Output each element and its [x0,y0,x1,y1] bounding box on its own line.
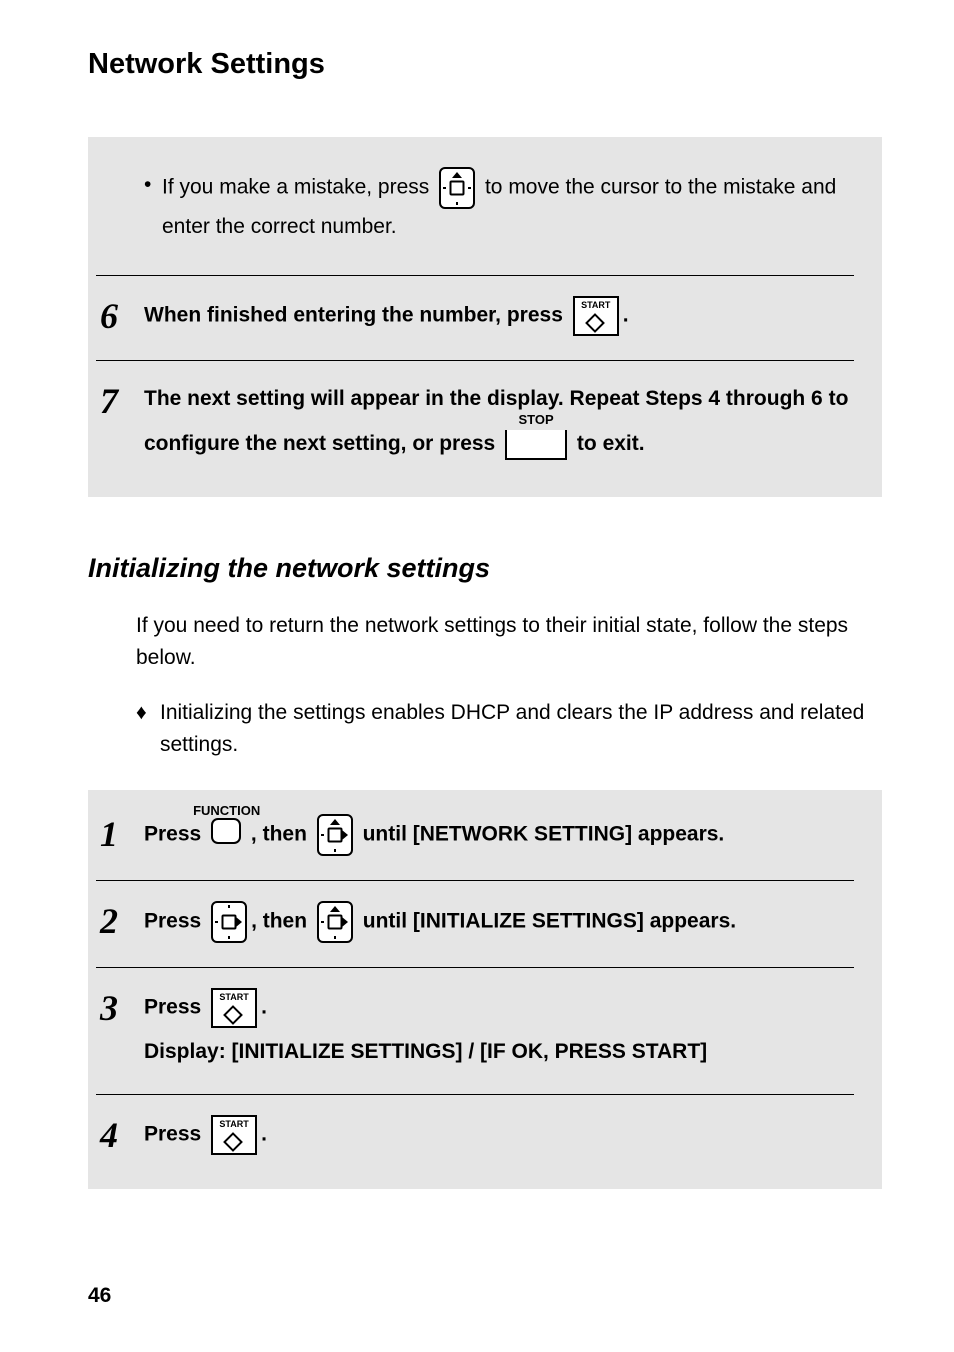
diamond-bullet: ♦ Initializing the settings enables DHCP… [136,697,882,762]
step-3-body: Press START . Display: [INITIALIZE SETTI… [144,988,850,1070]
step-3-display: Display: [INITIALIZE SETTINGS] / [IF OK,… [144,1034,850,1070]
step-3: 3 Press START . Display: [INITIALIZE SET… [96,967,854,1086]
bullet-dot: • [144,167,162,203]
diamond-bullet-text: Initializing the settings enables DHCP a… [160,697,882,762]
step-2-body: Press , then until [INITIALIZE SETTINGS]… [144,901,850,943]
step-4: 4 Press START . [96,1094,854,1171]
step-6-num: 6 [100,296,144,334]
bullet-text: If you make a mistake, press to move the… [162,167,850,245]
step-1: 1 Press FUNCTION , then until [NETWORK S… [96,808,854,872]
step-7-body: The next setting will appear in the disp… [144,381,850,463]
start-button-icon: START [573,296,619,336]
step-3-num: 3 [100,988,144,1026]
function-button-icon [211,818,241,844]
diamond-bullet-icon: ♦ [136,697,160,762]
steps-block-lower: 1 Press FUNCTION , then until [NETWORK S… [88,790,882,1189]
stop-label: STOP [501,409,571,431]
page-title: Network Settings [88,48,882,81]
step-1-num: 1 [100,814,144,852]
step-7: 7 The next setting will appear in the di… [96,360,854,479]
page-number: 46 [88,1284,111,1308]
step-6-body: When finished entering the number, press… [144,296,850,336]
step-num-blank [100,167,144,169]
step-1-body: Press FUNCTION , then until [NETWORK SET… [144,814,850,856]
nav-right-icon [317,901,353,943]
stop-button-icon [505,430,567,460]
step-2: 2 Press , then until [INITIALIZE SETTING… [96,880,854,959]
step-5-continuation: • If you make a mistake, press to move t… [96,155,854,267]
step-7-num: 7 [100,381,144,419]
nav-left-icon [439,167,475,209]
step-4-body: Press START . [144,1115,850,1155]
step-2-num: 2 [100,901,144,939]
steps-block-upper: • If you make a mistake, press to move t… [88,137,882,497]
nav-right-icon [317,814,353,856]
intro-paragraph: If you need to return the network settin… [136,610,882,675]
step-6: 6 When finished entering the number, pre… [96,275,854,352]
section-title-initializing: Initializing the network settings [88,553,882,584]
nav-right-icon [211,901,247,943]
start-button-icon: START [211,1115,257,1155]
start-button-icon: START [211,988,257,1028]
step-4-num: 4 [100,1115,144,1153]
